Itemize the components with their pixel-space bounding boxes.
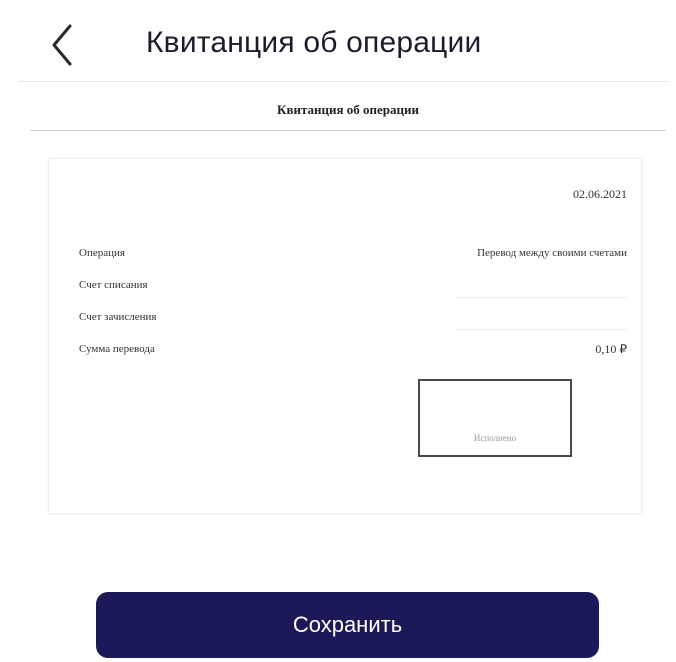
back-button[interactable] xyxy=(44,20,88,70)
header-divider xyxy=(18,81,668,82)
debit-account-label: Счет списания xyxy=(79,279,148,291)
page-title: Квитанция об операции xyxy=(146,26,482,59)
receipt-document: Квитанция об операции 02.06.2021 Операци… xyxy=(30,84,666,534)
save-button[interactable]: Сохранить xyxy=(96,592,599,658)
chevron-left-icon xyxy=(52,24,72,66)
operation-label: Операция xyxy=(79,247,125,259)
signature-stamp: Исполнено xyxy=(418,379,572,457)
credit-account-label: Счет зачисления xyxy=(79,311,157,323)
debit-account-redacted xyxy=(457,297,627,298)
app-header: Квитанция об операции xyxy=(0,0,676,82)
receipt-card: 02.06.2021 Операция Перевод между своими… xyxy=(48,158,642,514)
amount-label: Сумма перевода xyxy=(79,343,155,355)
credit-account-redacted xyxy=(457,329,627,330)
receipt-divider xyxy=(30,130,666,131)
operation-value: Перевод между своими счетами xyxy=(477,247,627,259)
amount-value: 0,10 ₽ xyxy=(595,342,627,356)
signature-label: Исполнено xyxy=(473,433,517,443)
receipt-date: 02.06.2021 xyxy=(573,187,627,201)
receipt-title: Квитанция об операции xyxy=(277,102,419,117)
